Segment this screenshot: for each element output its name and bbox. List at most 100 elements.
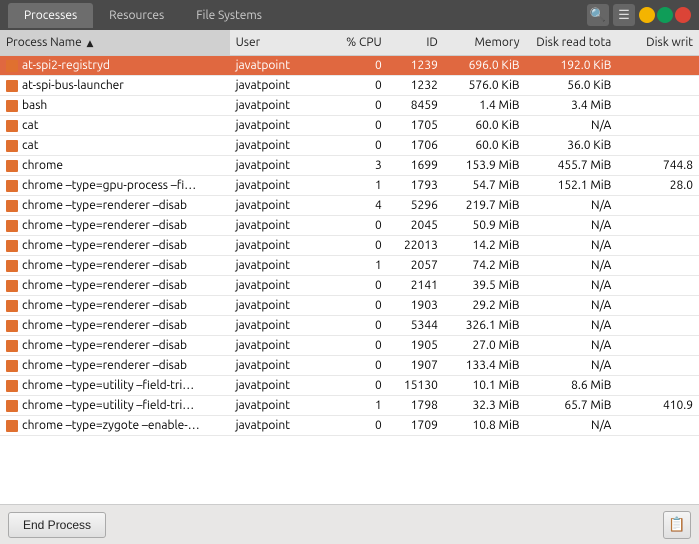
tab-processes[interactable]: Processes bbox=[8, 3, 93, 28]
table-row[interactable]: chrome –type=renderer –disabjavatpoint05… bbox=[0, 316, 699, 336]
cell-memory: 54.7 MiB bbox=[444, 176, 526, 196]
process-icon bbox=[6, 280, 18, 292]
cell-cpu: 0 bbox=[321, 116, 387, 136]
cell-cpu: 4 bbox=[321, 196, 387, 216]
cell-diskread: N/A bbox=[525, 116, 617, 136]
cell-user: javatpoint bbox=[230, 216, 322, 236]
process-name: chrome –type=renderer –disab bbox=[22, 199, 187, 212]
maximize-button[interactable] bbox=[657, 7, 673, 23]
cell-diskread: N/A bbox=[525, 416, 617, 436]
col-header-memory[interactable]: Memory bbox=[444, 30, 526, 56]
properties-icon: 📋 bbox=[668, 516, 685, 533]
cell-name: chrome –type=renderer –disab bbox=[0, 316, 230, 336]
table-row[interactable]: chrome –type=renderer –disabjavatpoint12… bbox=[0, 256, 699, 276]
process-icon bbox=[6, 380, 18, 392]
cell-diskwrite bbox=[617, 276, 699, 296]
process-icon bbox=[6, 60, 18, 72]
table-row[interactable]: at-spi2-registrydjavatpoint01239696.0 Ki… bbox=[0, 56, 699, 76]
table-row[interactable]: chrome –type=renderer –disabjavatpoint01… bbox=[0, 296, 699, 316]
titlebar: Processes Resources File Systems 🔍 ☰ bbox=[0, 0, 699, 30]
table-row[interactable]: chrome –type=gpu-process –fi…javatpoint 1… bbox=[0, 176, 699, 196]
cell-cpu: 1 bbox=[321, 256, 387, 276]
tab-resources[interactable]: Resources bbox=[93, 3, 180, 28]
cell-user: javatpoint bbox=[230, 96, 322, 116]
process-name: cat bbox=[22, 139, 38, 152]
table-row[interactable]: chrome –type=renderer –disabjavatpoint02… bbox=[0, 236, 699, 256]
cell-name: chrome –type=renderer –disab bbox=[0, 196, 230, 216]
cell-diskwrite: 28.0 bbox=[617, 176, 699, 196]
menu-button[interactable]: ☰ bbox=[613, 4, 635, 26]
table-row[interactable]: chrome –type=utility –field-tri…javatpoi… bbox=[0, 396, 699, 416]
cell-memory: 696.0 KiB bbox=[444, 56, 526, 76]
cell-name: bash bbox=[0, 96, 230, 116]
cell-diskread: 8.6 MiB bbox=[525, 376, 617, 396]
cell-memory: 326.1 MiB bbox=[444, 316, 526, 336]
table-row[interactable]: chrome –type=renderer –disabjavatpoint01… bbox=[0, 336, 699, 356]
cell-cpu: 0 bbox=[321, 216, 387, 236]
cell-user: javatpoint bbox=[230, 316, 322, 336]
tab-filesystems[interactable]: File Systems bbox=[180, 3, 278, 28]
process-name: chrome –type=renderer –disab bbox=[22, 259, 187, 272]
table-row[interactable]: chrome –type=utility –field-tri…javatpoi… bbox=[0, 376, 699, 396]
cell-id: 22013 bbox=[388, 236, 444, 256]
col-header-diskread[interactable]: Disk read tota bbox=[525, 30, 617, 56]
cell-diskread: 455.7 MiB bbox=[525, 156, 617, 176]
col-header-name[interactable]: Process Name ▲ bbox=[0, 30, 230, 56]
cell-cpu: 0 bbox=[321, 296, 387, 316]
cell-user: javatpoint bbox=[230, 376, 322, 396]
cell-id: 2045 bbox=[388, 216, 444, 236]
cell-name: chrome –type=renderer –disab bbox=[0, 356, 230, 376]
cell-diskwrite: 410.9 bbox=[617, 396, 699, 416]
table-row[interactable]: catjavatpoint0170560.0 KiBN/A bbox=[0, 116, 699, 136]
cell-cpu: 0 bbox=[321, 376, 387, 396]
process-table: Process Name ▲ User % CPU ID Memory Disk… bbox=[0, 30, 699, 436]
cell-diskwrite bbox=[617, 356, 699, 376]
table-row[interactable]: chrome –type=renderer –disabjavatpoint45… bbox=[0, 196, 699, 216]
end-process-button[interactable]: End Process bbox=[8, 512, 106, 538]
minimize-button[interactable] bbox=[639, 7, 655, 23]
col-header-diskwrite[interactable]: Disk writ bbox=[617, 30, 699, 56]
cell-memory: 1.4 MiB bbox=[444, 96, 526, 116]
cell-diskread: N/A bbox=[525, 196, 617, 216]
process-icon bbox=[6, 80, 18, 92]
cell-name: chrome –type=gpu-process –fi… bbox=[0, 176, 230, 196]
properties-button[interactable]: 📋 bbox=[663, 511, 691, 539]
cell-cpu: 0 bbox=[321, 276, 387, 296]
process-name: chrome bbox=[22, 159, 63, 172]
table-row[interactable]: chrome –type=renderer –disab javatpoint02… bbox=[0, 216, 699, 236]
table-row[interactable]: chrome –type=renderer –disabjavatpoint01… bbox=[0, 356, 699, 376]
bottombar: End Process 📋 bbox=[0, 504, 699, 544]
cell-name: chrome –type=utility –field-tri… bbox=[0, 376, 230, 396]
cell-user: javatpoint bbox=[230, 176, 322, 196]
cell-cpu: 0 bbox=[321, 336, 387, 356]
col-header-cpu[interactable]: % CPU bbox=[321, 30, 387, 56]
table-row[interactable]: chromejavatpoint31699153.9 MiB455.7 MiB7… bbox=[0, 156, 699, 176]
cell-memory: 153.9 MiB bbox=[444, 156, 526, 176]
process-name: chrome –type=renderer –disab bbox=[22, 219, 187, 232]
cell-cpu: 0 bbox=[321, 236, 387, 256]
table-row[interactable]: chrome –type=renderer –disabjavatpoint02… bbox=[0, 276, 699, 296]
cell-memory: 50.9 MiB bbox=[444, 216, 526, 236]
cell-name: chrome bbox=[0, 156, 230, 176]
cell-diskread: 152.1 MiB bbox=[525, 176, 617, 196]
cell-cpu: 0 bbox=[321, 136, 387, 156]
process-icon bbox=[6, 120, 18, 132]
col-header-user[interactable]: User bbox=[230, 30, 322, 56]
close-button[interactable] bbox=[675, 7, 691, 23]
cell-user: javatpoint bbox=[230, 76, 322, 96]
table-row[interactable]: at-spi-bus-launcherjavatpoint01232576.0 … bbox=[0, 76, 699, 96]
cell-name: chrome –type=renderer –disab bbox=[0, 336, 230, 356]
cell-id: 5344 bbox=[388, 316, 444, 336]
cell-diskread: N/A bbox=[525, 296, 617, 316]
cell-diskread: N/A bbox=[525, 276, 617, 296]
table-row[interactable]: bashjavatpoint084591.4 MiB3.4 MiB bbox=[0, 96, 699, 116]
col-header-id[interactable]: ID bbox=[388, 30, 444, 56]
cell-diskwrite bbox=[617, 76, 699, 96]
cell-name: chrome –type=utility –field-tri… bbox=[0, 396, 230, 416]
cell-id: 1709 bbox=[388, 416, 444, 436]
table-row[interactable]: chrome –type=zygote –enable-…javatpoint0… bbox=[0, 416, 699, 436]
process-name: chrome –type=renderer –disab bbox=[22, 339, 187, 352]
cell-name: chrome –type=renderer –disab bbox=[0, 296, 230, 316]
search-button[interactable]: 🔍 bbox=[587, 4, 609, 26]
table-row[interactable]: catjavatpoint0170660.0 KiB36.0 KiB bbox=[0, 136, 699, 156]
